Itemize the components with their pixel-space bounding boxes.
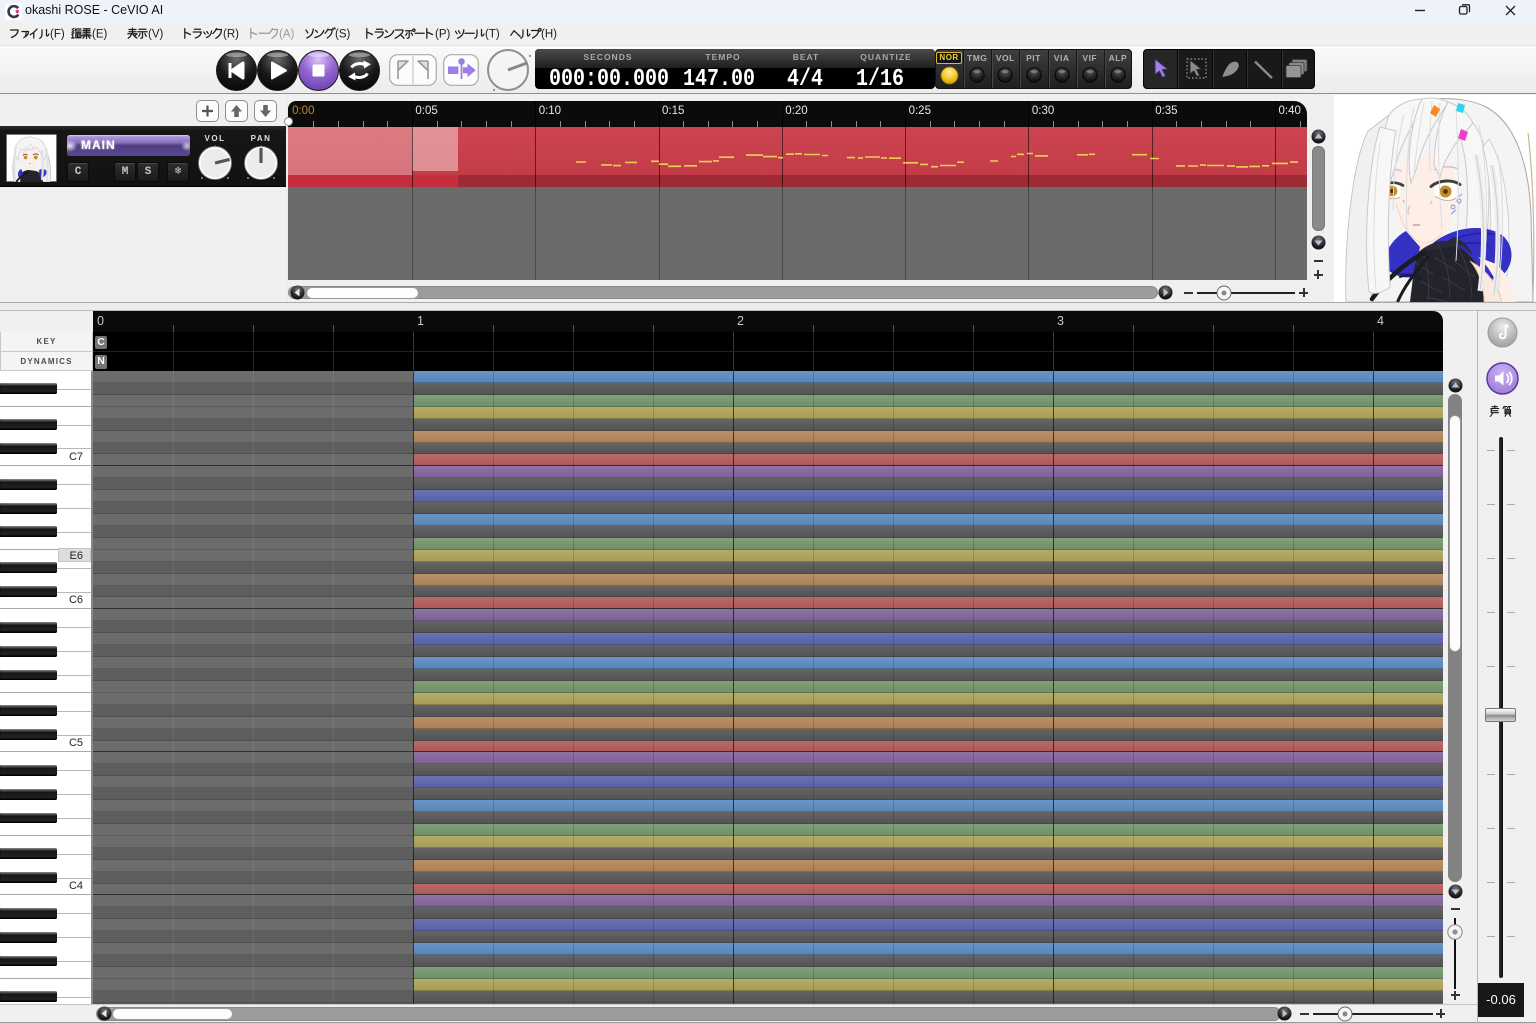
svg-text:(A): (A): [279, 29, 295, 41]
svg-text:(P): (P): [435, 29, 451, 41]
svg-text:(E): (E): [92, 29, 108, 41]
svg-text:(F): (F): [50, 29, 65, 41]
svg-text:(V): (V): [148, 29, 164, 41]
svg-text:(H): (H): [541, 29, 557, 41]
svg-text:(S): (S): [335, 29, 351, 41]
svg-text:(T): (T): [485, 29, 500, 41]
svg-text:(R): (R): [223, 29, 239, 41]
